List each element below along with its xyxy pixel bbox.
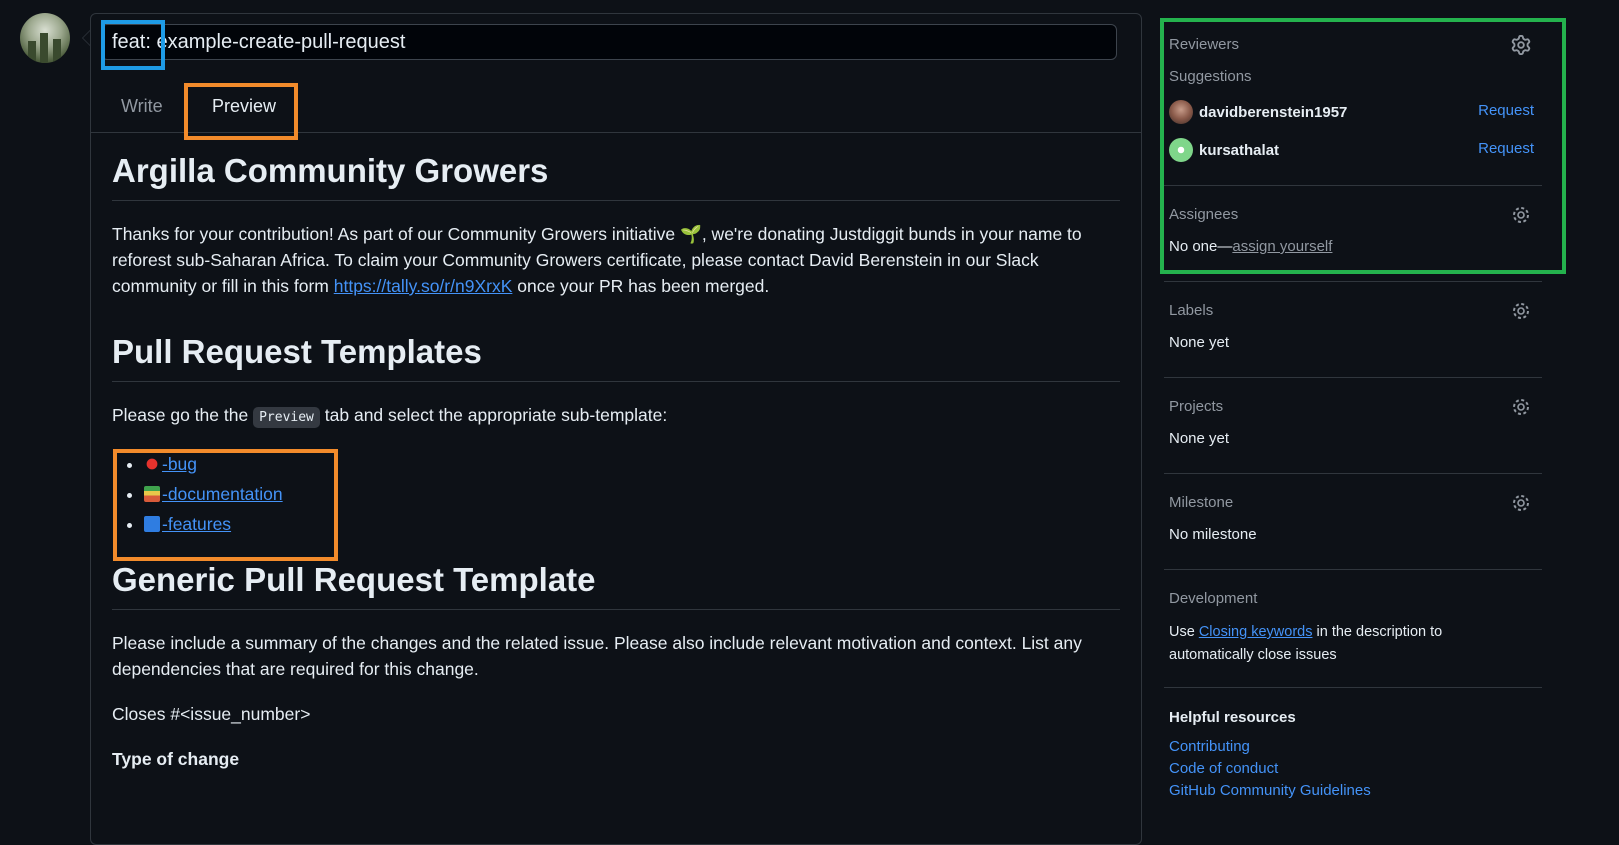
community-paragraph: Thanks for your contribution! As part of… (112, 224, 1082, 296)
type-of-change-heading: Type of change (112, 749, 240, 769)
preview-code: Preview (253, 407, 320, 428)
gear-icon[interactable] (1511, 397, 1531, 417)
highlight-box-reviewers-assignees (1160, 18, 1566, 274)
labels-title: Labels (1169, 302, 1214, 319)
gear-icon[interactable] (1511, 301, 1531, 321)
community-guidelines-link[interactable]: GitHub Community Guidelines (1169, 780, 1539, 802)
highlight-box-preview-tab (184, 83, 298, 140)
comment-caret (82, 30, 90, 46)
development-title: Development (1169, 590, 1258, 607)
helpful-resources: Helpful resources Contributing Code of c… (1169, 709, 1539, 802)
milestone-section: Milestone No milestone (1164, 473, 1542, 570)
contributing-link[interactable]: Contributing (1169, 736, 1539, 758)
helpful-resources-title: Helpful resources (1169, 709, 1296, 726)
pr-title-input[interactable] (101, 24, 1117, 60)
gear-icon[interactable] (1511, 493, 1531, 513)
code-of-conduct-link[interactable]: Code of conduct (1169, 758, 1539, 780)
heading-pr-templates: Pull Request Templates (112, 333, 1120, 382)
projects-value: None yet (1169, 430, 1230, 447)
templates-paragraph: Please go the the Preview tab and select… (112, 402, 1120, 431)
heading-generic-template: Generic Pull Request Template (112, 561, 1120, 610)
user-avatar[interactable] (20, 13, 70, 63)
heading-community-growers: Argilla Community Growers (112, 152, 1120, 201)
closing-keywords-link[interactable]: Closing keywords (1199, 624, 1313, 640)
labels-section: Labels None yet (1164, 281, 1542, 378)
milestone-value: No milestone (1169, 526, 1257, 543)
milestone-title: Milestone (1169, 494, 1234, 511)
labels-value: None yet (1169, 334, 1230, 351)
highlight-box-title-prefix (101, 20, 165, 70)
projects-title: Projects (1169, 398, 1224, 415)
development-section: Development Use Closing keywords in the … (1164, 569, 1542, 688)
tab-write[interactable]: Write (95, 80, 189, 132)
tally-form-link[interactable]: https://tally.so/r/n9XrxK (334, 276, 513, 296)
generic-paragraph: Please include a summary of the changes … (112, 633, 1082, 679)
seedling-icon: 🌱 (680, 224, 702, 244)
closes-paragraph: Closes #<issue_number> (112, 704, 311, 724)
highlight-box-template-links (113, 449, 338, 561)
projects-section: Projects None yet (1164, 377, 1542, 474)
development-text: Use Closing keywords in the description … (1169, 624, 1443, 663)
